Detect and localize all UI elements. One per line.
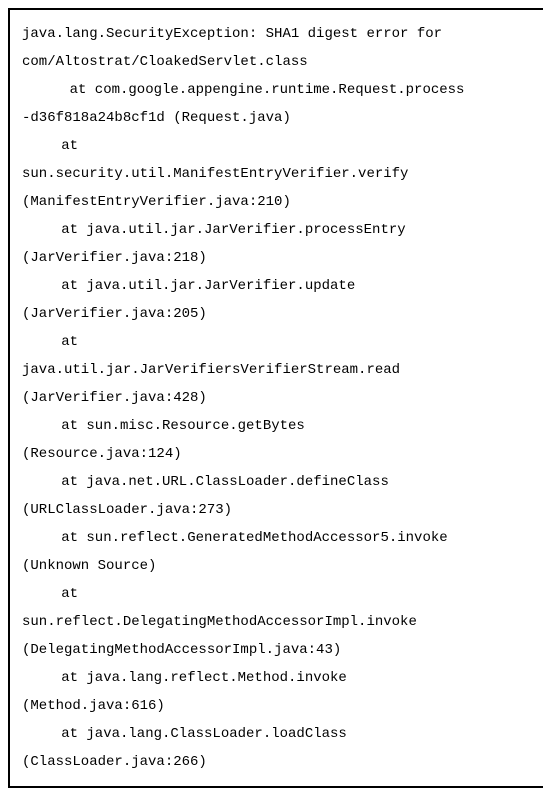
frame-at: at <box>22 580 537 608</box>
frame-at: at <box>22 132 537 160</box>
frame-loc: (Resource.java:124) <box>22 440 537 468</box>
exception-header-line1: java.lang.SecurityException: SHA1 digest… <box>22 20 537 48</box>
frame-at: at sun.misc.Resource.getBytes <box>22 412 537 440</box>
stack-frame: at com.google.appengine.runtime.Request.… <box>22 76 537 132</box>
frame-at: at com.google.appengine.runtime.Request.… <box>22 76 537 104</box>
frame-loc2: (ManifestEntryVerifier.java:210) <box>22 188 537 216</box>
stacktrace-box: java.lang.SecurityException: SHA1 digest… <box>8 8 543 788</box>
frame-loc2: (JarVerifier.java:428) <box>22 384 537 412</box>
frame-loc: java.util.jar.JarVerifiersVerifierStream… <box>22 356 537 384</box>
frame-at: at java.lang.reflect.Method.invoke <box>22 664 537 692</box>
frame-at: at java.lang.ClassLoader.loadClass <box>22 720 537 748</box>
stack-frame: at sun.reflect.DelegatingMethodAccessorI… <box>22 580 537 664</box>
frame-loc: (URLClassLoader.java:273) <box>22 496 537 524</box>
frame-at: at java.util.jar.JarVerifier.processEntr… <box>22 216 537 244</box>
frame-at: at java.util.jar.JarVerifier.update <box>22 272 537 300</box>
stack-frame: at sun.reflect.GeneratedMethodAccessor5.… <box>22 524 537 580</box>
frame-loc: sun.security.util.ManifestEntryVerifier.… <box>22 160 537 188</box>
stack-frame: at java.net.URL.ClassLoader.defineClass … <box>22 468 537 524</box>
stack-frame: at sun.misc.Resource.getBytes (Resource.… <box>22 412 537 468</box>
frame-loc: (JarVerifier.java:205) <box>22 300 537 328</box>
frame-loc: (ClassLoader.java:266) <box>22 748 537 776</box>
exception-header-line2: com/Altostrat/CloakedServlet.class <box>22 48 537 76</box>
frame-loc: -d36f818a24b8cf1d (Request.java) <box>22 104 537 132</box>
frame-loc2: (DelegatingMethodAccessorImpl.java:43) <box>22 636 537 664</box>
frame-loc: (Method.java:616) <box>22 692 537 720</box>
stack-frame: at sun.security.util.ManifestEntryVerifi… <box>22 132 537 216</box>
frame-at: at <box>22 328 537 356</box>
frame-at: at java.net.URL.ClassLoader.defineClass <box>22 468 537 496</box>
frame-loc: (Unknown Source) <box>22 552 537 580</box>
stack-frame: at java.lang.reflect.Method.invoke (Meth… <box>22 664 537 720</box>
stack-frame: at java.util.jar.JarVerifiersVerifierStr… <box>22 328 537 412</box>
frame-loc: sun.reflect.DelegatingMethodAccessorImpl… <box>22 608 537 636</box>
stack-frame: at java.util.jar.JarVerifier.processEntr… <box>22 216 537 272</box>
stack-frame: at java.util.jar.JarVerifier.update (Jar… <box>22 272 537 328</box>
frame-at: at sun.reflect.GeneratedMethodAccessor5.… <box>22 524 537 552</box>
frame-loc: (JarVerifier.java:218) <box>22 244 537 272</box>
stack-frame: at java.lang.ClassLoader.loadClass (Clas… <box>22 720 537 776</box>
